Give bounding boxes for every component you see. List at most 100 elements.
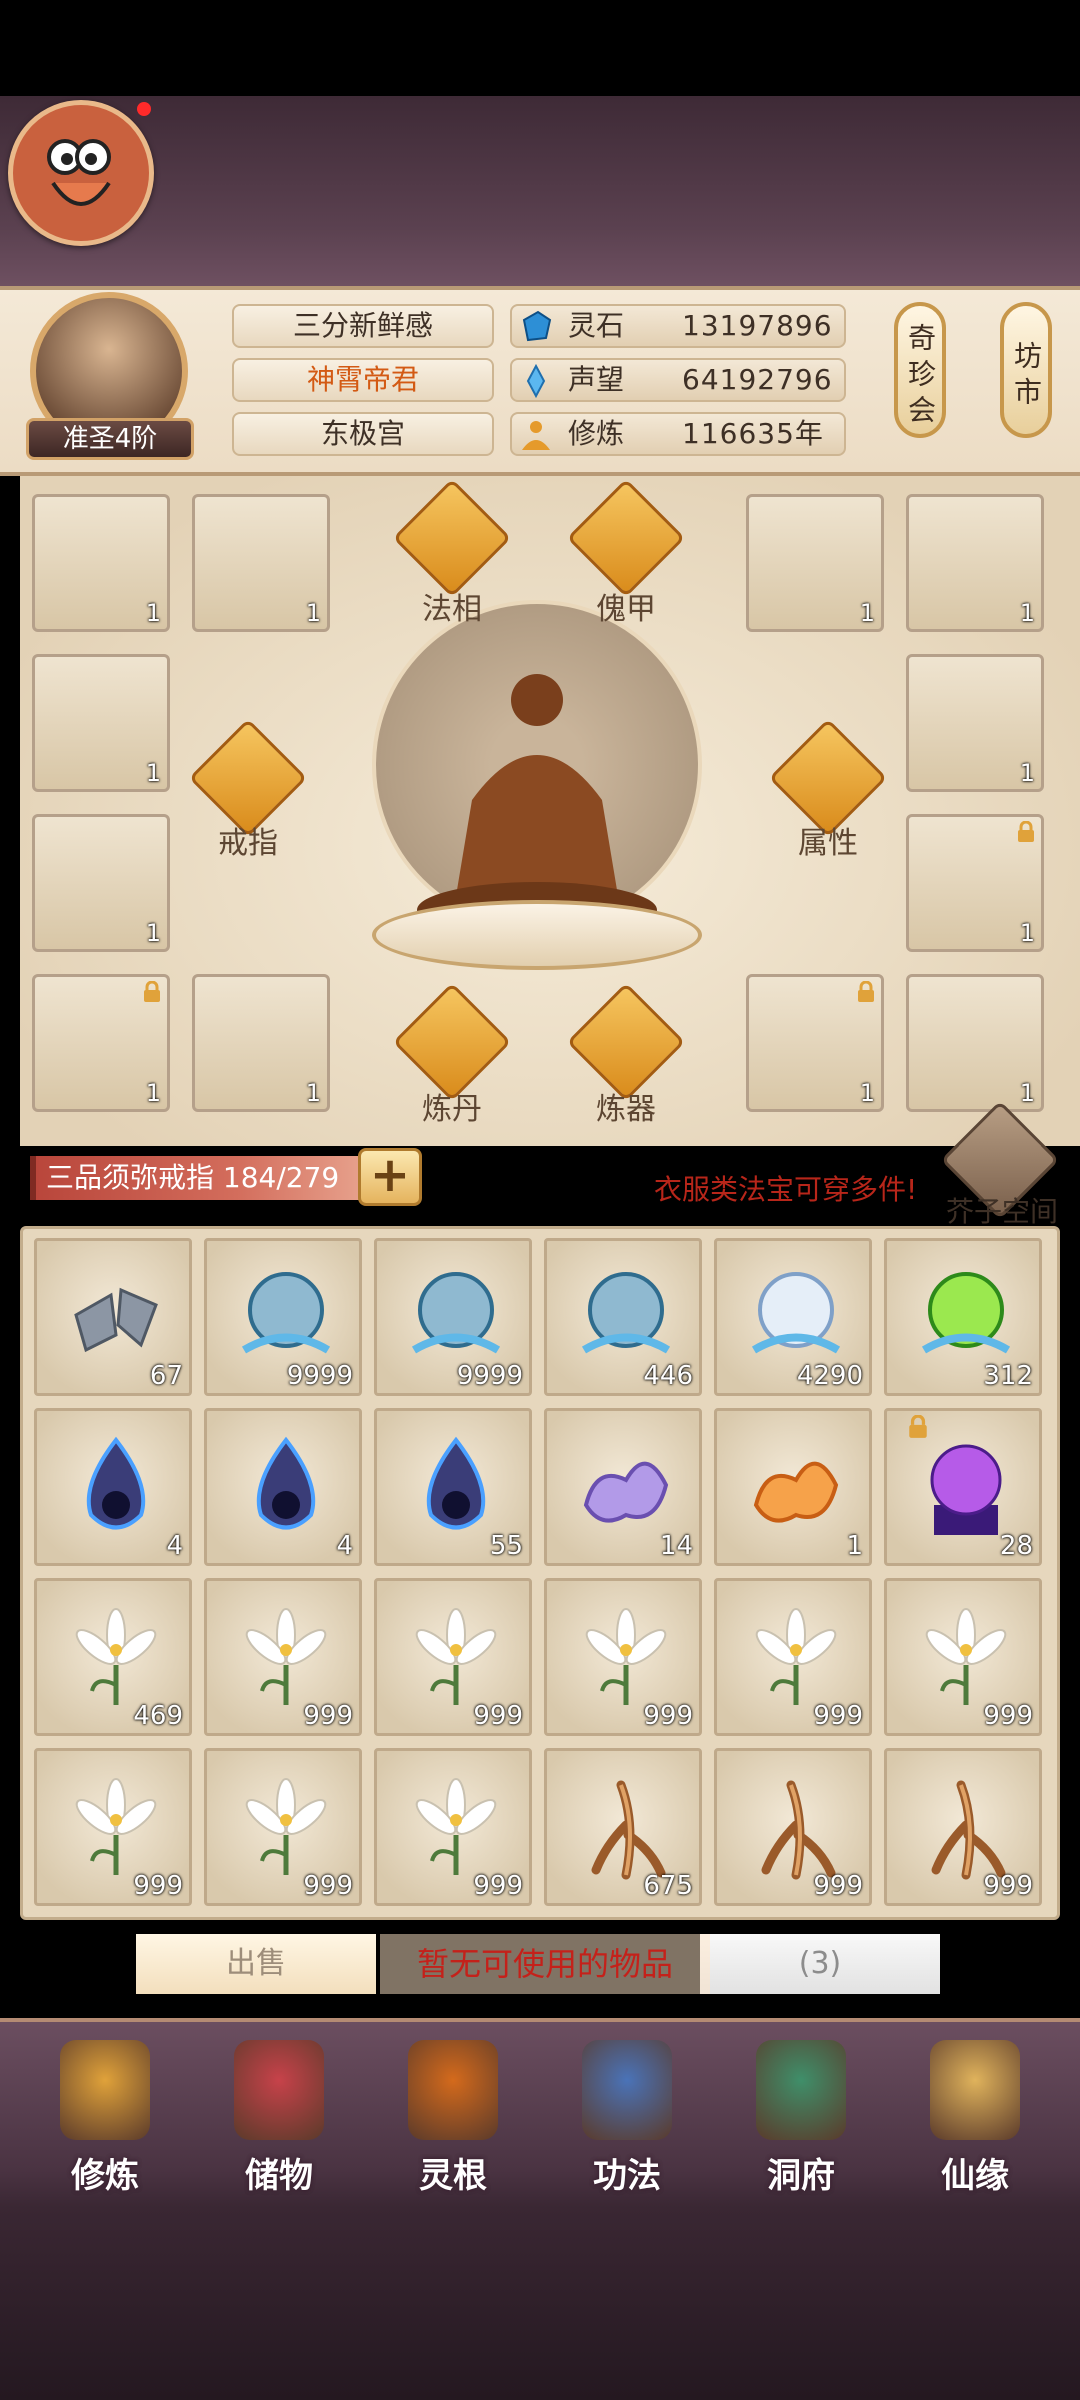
nav-item-0[interactable]: 修炼 <box>30 2040 180 2200</box>
inventory-item[interactable]: 9999 <box>204 1238 362 1396</box>
equip-slot[interactable]: 1 <box>906 814 1044 952</box>
cultivation-icon <box>522 421 550 450</box>
dark-flame-icon <box>426 1436 486 1530</box>
player-sect: 东极宫 <box>232 412 494 456</box>
player-name: 三分新鲜感 <box>232 304 494 348</box>
item-count: 999 <box>813 1871 863 1901</box>
equip-slot[interactable]: 1 <box>746 974 884 1112</box>
inventory-item[interactable]: 999 <box>544 1578 702 1736</box>
inventory-item[interactable]: 999 <box>714 1748 872 1906</box>
equip-slot[interactable]: 1 <box>746 494 884 632</box>
treasure-auction-tab[interactable]: 奇珍会 <box>894 302 946 438</box>
white-lily-icon <box>755 1608 837 1705</box>
nav-label: 储物 <box>245 2156 313 2196</box>
inventory-item[interactable]: 28 <box>884 1408 1042 1566</box>
item-count: 1 <box>846 1531 863 1561</box>
item-count: 999 <box>133 1871 183 1901</box>
resource-cultivation: 修炼 116635年 <box>510 412 846 456</box>
equip-slot[interactable]: 1 <box>906 974 1044 1112</box>
inventory-item[interactable]: 999 <box>374 1578 532 1736</box>
inventory-item[interactable]: 469 <box>34 1578 192 1736</box>
storage-ring-label: 三品须弥戒指 184/279 <box>30 1156 370 1200</box>
ore-shards-icon <box>74 1287 158 1353</box>
dark-flame-icon <box>86 1436 146 1530</box>
inventory-item[interactable]: 999 <box>374 1748 532 1906</box>
inventory-item[interactable]: 4 <box>34 1408 192 1566</box>
white-lily-icon <box>75 1608 157 1705</box>
item-count: 999 <box>983 1871 1033 1901</box>
inventory-item[interactable]: 675 <box>544 1748 702 1906</box>
inventory-item[interactable]: 312 <box>884 1238 1042 1396</box>
resource-label: 修炼 <box>568 417 625 450</box>
dark-flame-icon <box>256 1436 316 1530</box>
inventory-item[interactable]: 55 <box>374 1408 532 1566</box>
equip-slot[interactable]: 1 <box>906 654 1044 792</box>
inventory-item[interactable]: 999 <box>204 1748 362 1906</box>
equip-slot[interactable]: 1 <box>32 654 170 792</box>
inventory-item[interactable]: 999 <box>34 1748 192 1906</box>
lock-icon <box>909 1415 927 1438</box>
mascot-avatar[interactable] <box>8 100 154 246</box>
inventory-item[interactable]: 9999 <box>374 1238 532 1396</box>
white-lily-icon <box>925 1608 1007 1705</box>
inventory-item[interactable]: 4290 <box>714 1238 872 1396</box>
resource-label: 灵石 <box>568 309 625 342</box>
equip-slot[interactable]: 1 <box>906 494 1044 632</box>
equip-slot[interactable]: 1 <box>32 494 170 632</box>
resource-label: 声望 <box>568 363 625 396</box>
gourd-icon <box>930 2040 1020 2140</box>
nav-label: 灵根 <box>419 2156 487 2196</box>
green-orb-icon <box>921 1272 1011 1354</box>
ring-label: 戒指 <box>218 826 278 861</box>
item-count: 999 <box>983 1701 1033 1731</box>
white-orb-icon <box>751 1272 841 1354</box>
alchemy-label: 炼丹 <box>422 1092 482 1127</box>
inventory-item[interactable]: 999 <box>884 1578 1042 1736</box>
inventory-item[interactable]: 446 <box>544 1238 702 1396</box>
market-tab[interactable]: 坊市 <box>1000 302 1052 438</box>
inventory-item[interactable]: 67 <box>34 1238 192 1396</box>
faxiang-label: 法相 <box>422 592 482 627</box>
inventory-item[interactable]: 999 <box>884 1748 1042 1906</box>
white-lily-icon <box>415 1608 497 1705</box>
nav-label: 仙缘 <box>941 2156 1009 2196</box>
nav-label: 修炼 <box>71 2156 139 2196</box>
mustard-space-label[interactable]: 芥子空间 <box>946 1190 1058 1230</box>
inventory-item[interactable]: 4 <box>204 1408 362 1566</box>
spirit-root-icon <box>408 2040 498 2140</box>
item-count: 446 <box>643 1361 693 1391</box>
nav-item-3[interactable]: 功法 <box>552 2040 702 2200</box>
nav-label: 洞府 <box>767 2156 835 2196</box>
equip-slot[interactable]: 1 <box>32 814 170 952</box>
inventory-item[interactable]: 1 <box>714 1408 872 1566</box>
attributes-label: 属性 <box>798 826 858 861</box>
inventory-item[interactable]: 999 <box>714 1578 872 1736</box>
white-lily-icon <box>245 1608 327 1705</box>
nav-item-5[interactable]: 仙缘 <box>900 2040 1050 2200</box>
sell-button[interactable]: 出售 <box>136 1934 376 1994</box>
item-count: 469 <box>133 1701 183 1731</box>
inventory-item[interactable]: 999 <box>204 1578 362 1736</box>
nav-item-1[interactable]: 储物 <box>204 2040 354 2200</box>
lock-icon <box>1018 821 1034 842</box>
purple-crystal-icon <box>930 1444 1002 1535</box>
equip-slot[interactable]: 1 <box>32 974 170 1112</box>
item-count: 999 <box>643 1701 693 1731</box>
pedestal <box>372 900 702 970</box>
inventory-item[interactable]: 14 <box>544 1408 702 1566</box>
action-row: 出售 (3) 暂无可使用的物品 <box>40 1930 1040 2000</box>
white-lily-icon <box>245 1778 327 1875</box>
empty-message: 暂无可使用的物品 <box>380 1934 710 1994</box>
expand-storage-button[interactable]: + <box>358 1148 422 1206</box>
item-count: 312 <box>983 1361 1033 1391</box>
item-count: 4 <box>336 1531 353 1561</box>
equip-slot[interactable]: 1 <box>192 974 330 1112</box>
mascot-face-icon <box>47 139 111 206</box>
item-count: 999 <box>473 1871 523 1901</box>
nav-item-2[interactable]: 灵根 <box>378 2040 528 2200</box>
count-button[interactable]: (3) <box>700 1934 940 1994</box>
monk-icon <box>60 2040 150 2140</box>
nav-item-4[interactable]: 洞府 <box>726 2040 876 2200</box>
equip-slot[interactable]: 1 <box>192 494 330 632</box>
resource-value: 64192796 <box>682 363 833 396</box>
